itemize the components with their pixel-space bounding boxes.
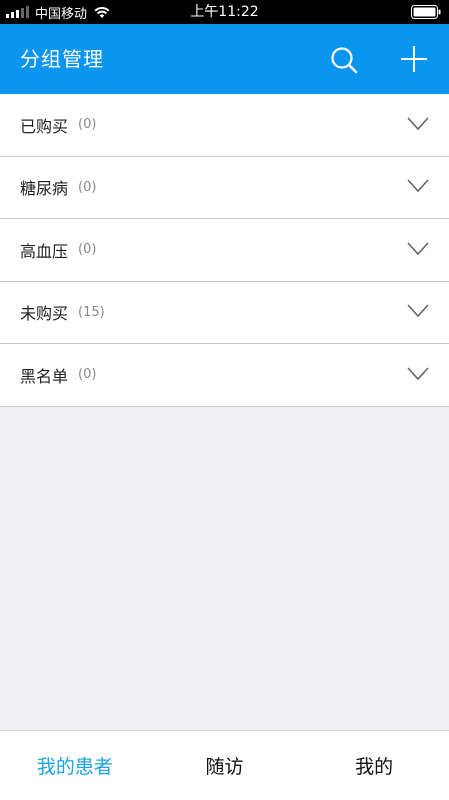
group-row-not-purchased[interactable]: 未购买 (15)	[0, 281, 449, 344]
chevron-down-icon[interactable]	[407, 304, 429, 318]
group-name: 黑名单	[20, 366, 69, 386]
plus-icon[interactable]	[400, 45, 428, 73]
group-list: 已购买 (0) 糖尿病 (0) 高血压 (0) 未购买 (15) 黑名单 (0)	[0, 94, 449, 407]
group-row-purchased[interactable]: 已购买 (0)	[0, 94, 449, 157]
chevron-down-icon[interactable]	[407, 367, 429, 381]
tab-bar: 我的患者 随访 我的	[0, 730, 449, 800]
signal-strength-icon	[6, 6, 29, 18]
group-row-blacklist[interactable]: 黑名单 (0)	[0, 344, 449, 407]
tab-follow-up[interactable]: 随访	[150, 731, 300, 800]
group-row-diabetes[interactable]: 糖尿病 (0)	[0, 156, 449, 219]
group-row-hypertension[interactable]: 高血压 (0)	[0, 219, 449, 282]
status-bar: 中国移动 上午11:22	[0, 0, 449, 24]
group-name: 未购买	[20, 304, 69, 324]
group-name: 高血压	[20, 241, 69, 261]
search-icon[interactable]	[329, 45, 359, 75]
chevron-down-icon[interactable]	[407, 117, 429, 131]
status-left: 中国移动	[0, 0, 111, 24]
group-count: (0)	[78, 367, 97, 383]
group-count: (0)	[78, 242, 97, 258]
group-count: (15)	[78, 304, 105, 320]
group-name: 糖尿病	[20, 179, 69, 199]
group-count: (0)	[78, 117, 97, 133]
wifi-icon	[94, 6, 110, 18]
page-title: 分组管理	[20, 47, 104, 71]
battery-icon	[411, 5, 441, 19]
group-count: (0)	[78, 179, 97, 195]
tab-my-patients[interactable]: 我的患者	[0, 731, 150, 800]
chevron-down-icon[interactable]	[407, 179, 429, 193]
carrier-name: 中国移动	[35, 6, 88, 22]
group-name: 已购买	[20, 116, 69, 136]
nav-bar: 分组管理	[0, 24, 449, 94]
chevron-down-icon[interactable]	[407, 242, 429, 256]
tab-me[interactable]: 我的	[299, 731, 449, 800]
